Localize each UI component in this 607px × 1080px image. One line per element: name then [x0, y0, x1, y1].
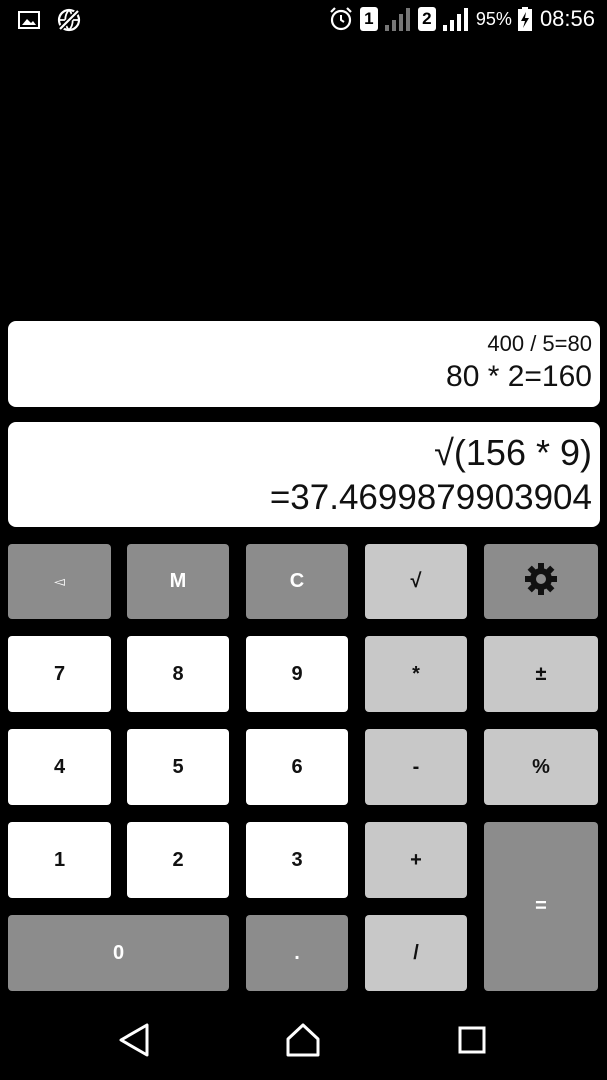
no-network-globe-icon: [56, 7, 82, 33]
main-display: √(156 * 9) =37.4699879903904: [8, 422, 600, 527]
sqrt-button[interactable]: √: [365, 544, 467, 619]
history-line-2: 80 * 2=160: [446, 360, 592, 393]
settings-button[interactable]: [484, 544, 598, 619]
equals-button[interactable]: =: [484, 822, 598, 991]
multiply-button[interactable]: *: [365, 636, 467, 712]
backspace-button[interactable]: ◅: [8, 544, 111, 619]
status-bar: 1 2 95% 08:56: [0, 0, 607, 40]
clock-time: 08:56: [539, 6, 595, 31]
signal-sim2-icon: [442, 7, 470, 31]
home-icon: [284, 1022, 322, 1063]
gear-icon: [523, 561, 559, 603]
recents-square-icon: [456, 1024, 488, 1061]
battery-percent: 95%: [475, 8, 512, 29]
current-expression: √(156 * 9): [434, 432, 592, 473]
digit-4-button[interactable]: 4: [8, 729, 111, 805]
home-button[interactable]: [283, 1022, 323, 1062]
memory-button[interactable]: M: [127, 544, 229, 619]
minus-button[interactable]: -: [365, 729, 467, 805]
sim1-badge: 1: [359, 7, 378, 31]
digit-7-button[interactable]: 7: [8, 636, 111, 712]
sim2-badge: 2: [417, 7, 436, 31]
percent-button[interactable]: %: [484, 729, 598, 805]
decimal-button[interactable]: .: [246, 915, 348, 991]
back-triangle-icon: [117, 1022, 151, 1063]
history-line-1: 400 / 5=80: [487, 331, 592, 356]
clear-button[interactable]: C: [246, 544, 348, 619]
signal-sim1-icon: [384, 7, 412, 31]
digit-9-button[interactable]: 9: [246, 636, 348, 712]
battery-charging-icon: [517, 7, 532, 31]
digit-1-button[interactable]: 1: [8, 822, 111, 898]
plus-minus-button[interactable]: ±: [484, 636, 598, 712]
navigation-bar: [0, 1000, 607, 1080]
digit-6-button[interactable]: 6: [246, 729, 348, 805]
digit-0-button[interactable]: 0: [8, 915, 229, 991]
history-display: 400 / 5=80 80 * 2=160: [8, 321, 600, 407]
digit-3-button[interactable]: 3: [246, 822, 348, 898]
current-result: =37.4699879903904: [269, 478, 592, 517]
gallery-icon: [18, 10, 40, 30]
back-button[interactable]: [114, 1022, 154, 1062]
divide-button[interactable]: /: [365, 915, 467, 991]
digit-2-button[interactable]: 2: [127, 822, 229, 898]
calculator-screen: 1 2 95% 08:56 400 / 5=80 80 * 2=160 √(15…: [0, 0, 607, 1080]
status-bar-left: [18, 7, 82, 33]
digit-8-button[interactable]: 8: [127, 636, 229, 712]
digit-5-button[interactable]: 5: [127, 729, 229, 805]
recents-button[interactable]: [452, 1022, 492, 1062]
status-bar-right: 1 2 95% 08:56: [328, 6, 595, 32]
plus-button[interactable]: +: [365, 822, 467, 898]
alarm-clock-icon: [328, 6, 354, 32]
